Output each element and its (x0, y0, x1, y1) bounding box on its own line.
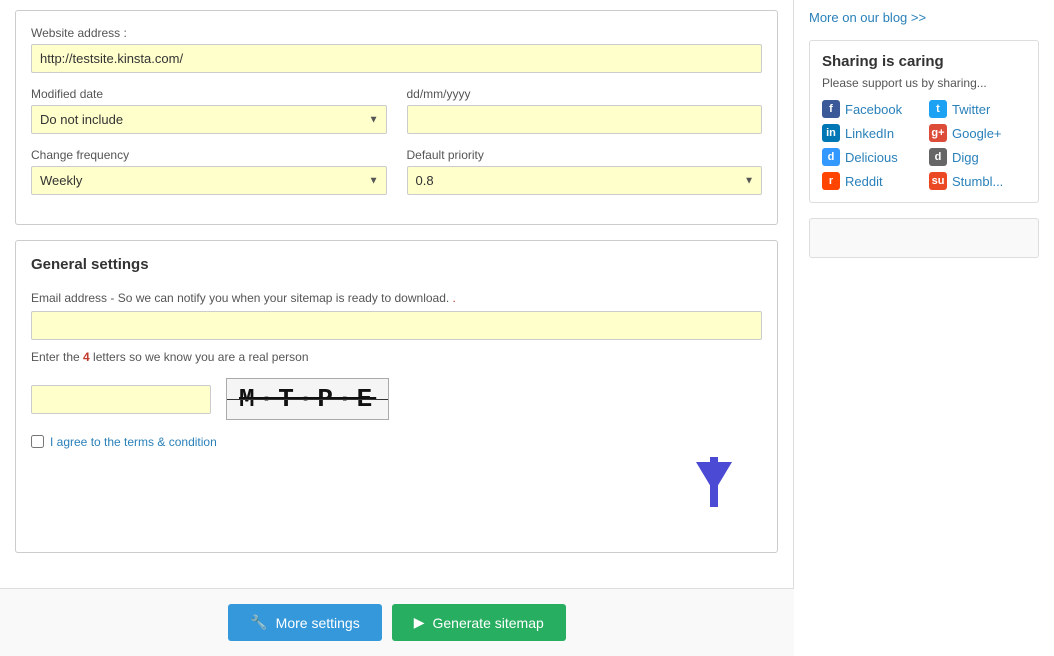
website-address-label: Website address : (31, 26, 762, 40)
linkedin-label: LinkedIn (845, 126, 894, 141)
stumbleupon-icon: su (929, 172, 947, 190)
sidebar: More on our blog >> Sharing is caring Pl… (794, 0, 1054, 656)
modified-date-select-wrap: Do not include Include (31, 105, 387, 134)
date-format-input[interactable] (407, 105, 763, 134)
default-priority-label: Default priority (407, 148, 763, 162)
facebook-icon: f (822, 100, 840, 118)
wrench-icon: 🔧 (250, 614, 267, 631)
terms-link[interactable]: I agree to the terms & condition (50, 435, 217, 449)
share-digg[interactable]: d Digg (929, 148, 1026, 166)
general-settings-title: General settings (31, 256, 762, 279)
email-description: Email address - So we can notify you whe… (31, 291, 762, 305)
share-google[interactable]: g+ Google+ (929, 124, 1026, 142)
reddit-icon: r (822, 172, 840, 190)
delicious-icon: d (822, 148, 840, 166)
date-format-label: dd/mm/yyyy (407, 87, 763, 101)
modified-date-label: Modified date (31, 87, 387, 101)
captcha-image: M·T·P·E (226, 378, 389, 420)
google-icon: g+ (929, 124, 947, 142)
arrow-indicator (31, 457, 762, 537)
blog-link[interactable]: More on our blog >> (809, 10, 1039, 25)
change-freq-label: Change frequency (31, 148, 387, 162)
website-address-input[interactable] (31, 44, 762, 73)
facebook-label: Facebook (845, 102, 902, 117)
sharing-title: Sharing is caring (822, 53, 1026, 70)
default-priority-select-wrap: 0.8 0.1 0.5 1.0 (407, 166, 763, 195)
change-freq-select[interactable]: Weekly Daily Monthly Yearly (31, 166, 387, 195)
captcha-input[interactable] (31, 385, 211, 414)
reddit-label: Reddit (845, 174, 883, 189)
sharing-desc: Please support us by sharing... (822, 76, 1026, 90)
default-priority-select[interactable]: 0.8 0.1 0.5 1.0 (407, 166, 763, 195)
blue-arrow-container (696, 462, 732, 537)
more-settings-label: More settings (276, 615, 360, 631)
share-stumbleupon[interactable]: su Stumbl... (929, 172, 1026, 190)
play-icon: ▶ (414, 614, 425, 631)
twitter-label: Twitter (952, 102, 990, 117)
twitter-icon: t (929, 100, 947, 118)
captcha-label: Enter the 4 letters so we know you are a… (31, 350, 762, 364)
email-dot: . (453, 291, 456, 305)
share-delicious[interactable]: d Delicious (822, 148, 919, 166)
sharing-grid: f Facebook t Twitter in LinkedIn g+ Goog… (822, 100, 1026, 190)
generate-sitemap-button[interactable]: ▶ Generate sitemap (392, 604, 566, 641)
terms-row: I agree to the terms & condition (31, 434, 762, 449)
email-input[interactable] (31, 311, 762, 340)
google-label: Google+ (952, 126, 1002, 141)
arrow-head (696, 462, 732, 492)
delicious-label: Delicious (845, 150, 898, 165)
sharing-box: Sharing is caring Please support us by s… (809, 40, 1039, 203)
digg-icon: d (929, 148, 947, 166)
captcha-number: 4 (83, 350, 90, 364)
sidebar-search-box (809, 218, 1039, 258)
stumbleupon-label: Stumbl... (952, 174, 1003, 189)
share-linkedin[interactable]: in LinkedIn (822, 124, 919, 142)
linkedin-icon: in (822, 124, 840, 142)
share-twitter[interactable]: t Twitter (929, 100, 1026, 118)
change-freq-select-wrap: Weekly Daily Monthly Yearly (31, 166, 387, 195)
digg-label: Digg (952, 150, 979, 165)
captcha-text: M·T·P·E (239, 384, 376, 414)
share-reddit[interactable]: r Reddit (822, 172, 919, 190)
terms-checkbox[interactable] (31, 435, 44, 448)
share-facebook[interactable]: f Facebook (822, 100, 919, 118)
generate-sitemap-label: Generate sitemap (432, 615, 543, 631)
modified-date-select[interactable]: Do not include Include (31, 105, 387, 134)
more-settings-button[interactable]: 🔧 More settings (228, 604, 381, 641)
captcha-row: M·T·P·E (31, 378, 762, 420)
